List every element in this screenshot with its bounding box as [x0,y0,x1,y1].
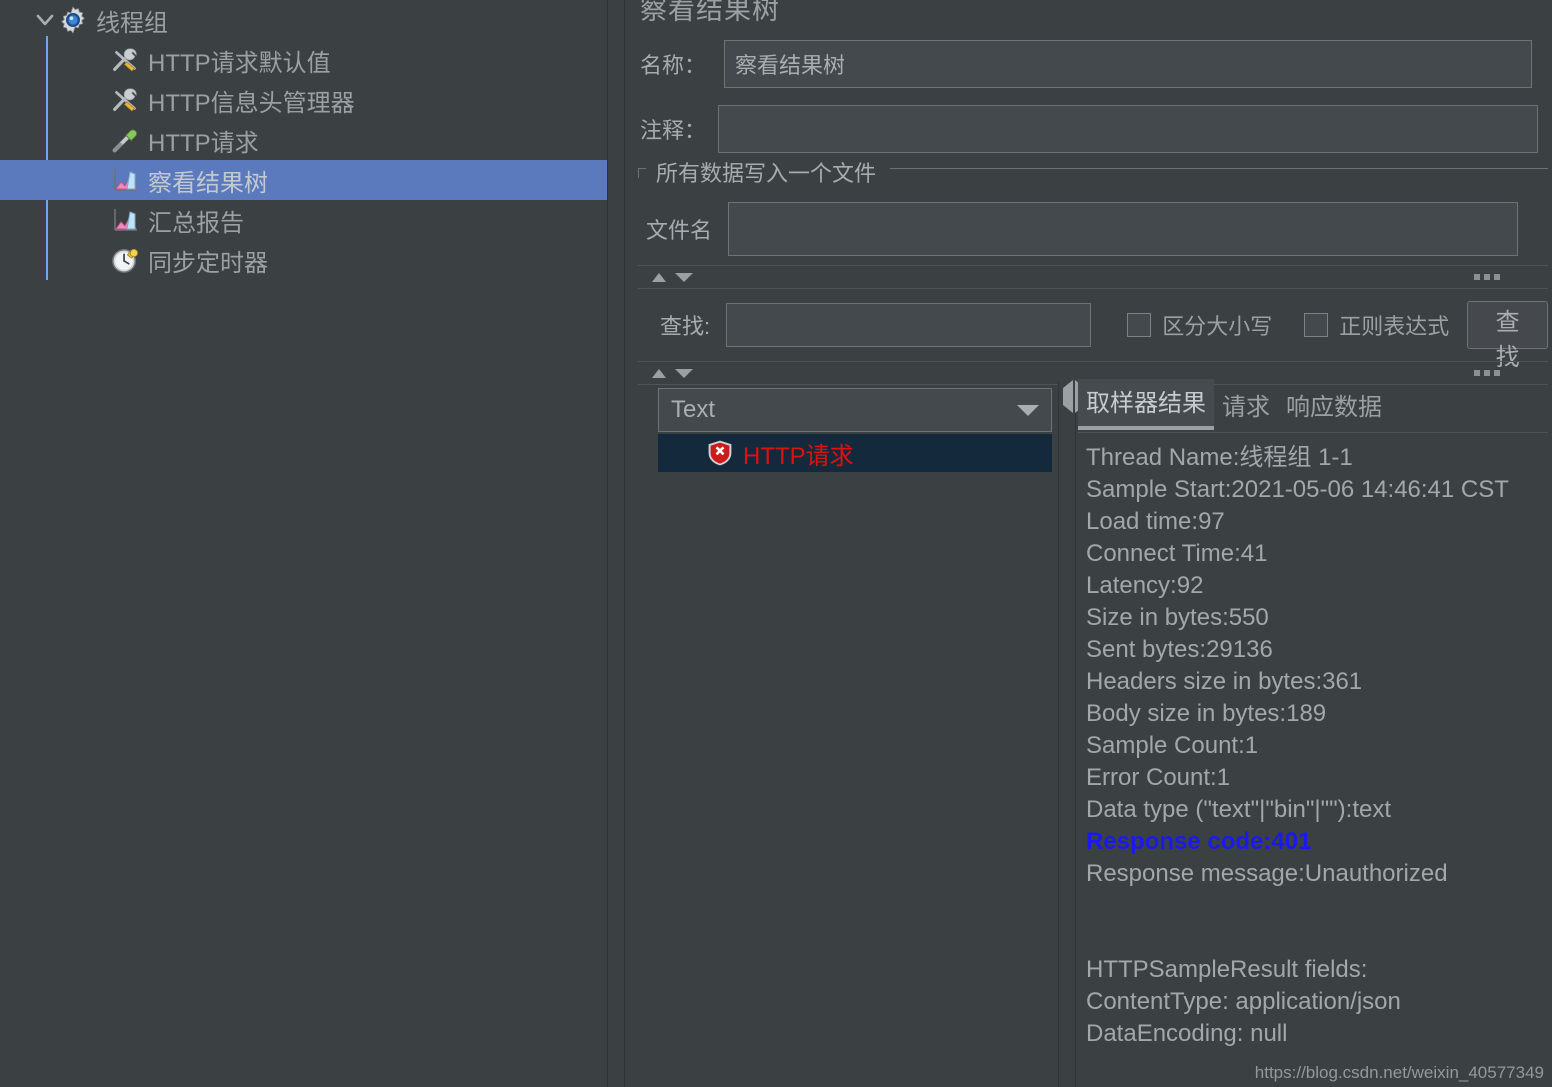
main-vertical-splitter[interactable] [607,0,625,1087]
comment-input[interactable] [718,105,1539,153]
tree-node-summary-report[interactable]: 汇总报告 [0,200,607,240]
collapse-down-icon[interactable] [675,368,693,378]
find-button[interactable]: 查找 [1467,301,1548,371]
renderer-select[interactable]: Text [658,388,1052,432]
tree-node-view-results-tree[interactable]: 察看结果树 [0,160,607,200]
tree-node-label: HTTP信息头管理器 [148,89,355,117]
search-section-divider[interactable] [638,265,1548,289]
output-line: Load time:97 [1086,508,1225,535]
sampler-result-output[interactable]: Thread Name:线程组 1-1 Sample Start:2021-05… [1078,432,1548,1087]
output-line: Latency:92 [1086,572,1204,599]
more-options-icon[interactable] [1474,274,1500,280]
output-line: Data type ("text"|"bin"|""):text [1086,796,1392,823]
list-item-label: HTTP请求 [743,442,854,470]
list-item[interactable]: HTTP请求 [658,434,1052,472]
tree-node-label: 线程组 [96,9,168,37]
group-border-left [638,168,646,169]
jmeter-window: 线程组 HTTP请求默认值 HTTP信息头管理器 HTTP请求 察看结果树 汇总… [0,0,1552,1087]
output-line: Body size in bytes:189 [1086,700,1327,727]
chevron-down-icon[interactable] [32,0,58,40]
name-label: 名称： [640,53,707,78]
test-plan-tree-panel: 线程组 HTTP请求默认值 HTTP信息头管理器 HTTP请求 察看结果树 汇总… [0,0,607,1087]
timer-icon [110,245,140,275]
output-line: Sample Count:1 [1086,732,1259,759]
output-line: Headers size in bytes:361 [1086,668,1363,695]
tree-node-thread-group[interactable]: 线程组 [0,0,607,40]
chevron-down-icon[interactable] [1017,404,1039,416]
case-sensitive-label: 区分大小写 [1162,314,1273,339]
tab-sampler-result[interactable]: 取样器结果 [1078,379,1214,430]
write-all-data-to-file-group: 所有数据写入一个文件 文件名 [638,156,1548,260]
tree-node-label: 同步定时器 [148,249,268,277]
tab-request[interactable]: 请求 [1214,383,1278,430]
tools-icon [110,45,140,75]
group-border-vertical [638,168,639,178]
group-border-right [890,168,1548,169]
regex-checkbox[interactable] [1304,313,1329,337]
tree-node-label: 汇总报告 [148,209,244,237]
tree-node-label: HTTP请求默认值 [148,49,331,77]
output-line-blank [1086,890,1548,922]
filename-input[interactable] [728,202,1519,256]
output-line: Connect Time:41 [1086,540,1268,567]
tree-node-http-request-defaults[interactable]: HTTP请求默认值 [0,40,607,80]
output-line: DataEncoding: null [1086,1020,1288,1047]
tools-icon [110,85,140,115]
view-results-tree-panel: 察看结果树 名称： 注释： 所有数据写入一个文件 文件名 [626,0,1552,1087]
output-line: Error Count:1 [1086,764,1231,791]
collapse-up-icon[interactable] [652,368,666,378]
chart-icon [110,205,140,235]
pipette-icon [110,125,140,155]
output-line: Thread Name:线程组 1-1 [1086,444,1353,471]
search-label: 查找: [660,314,711,339]
gear-icon [58,5,88,35]
case-sensitive-checkbox-wrap[interactable]: 区分大小写 [1127,309,1272,341]
output-line-blank [1086,922,1548,954]
more-options-icon[interactable] [1474,370,1500,376]
tree-node-label: 察看结果树 [148,169,268,197]
output-line: Size in bytes:550 [1086,604,1269,631]
tab-response-data[interactable]: 响应数据 [1278,383,1390,430]
result-tabs: 取样器结果 请求 响应数据 [1078,379,1548,430]
error-shield-icon [706,439,734,467]
collapse-down-icon[interactable] [675,272,693,282]
output-line: HTTPSampleResult fields: [1086,956,1368,983]
name-field-row: 名称： [640,40,1548,88]
output-line: Sample Start:2021-05-06 14:46:41 CST [1086,476,1509,503]
tree-node-label: HTTP请求 [148,129,259,157]
results-split-area: Text HTTP请求 取样器结果 请求 响应数据 Thread Name:线程… [638,379,1548,1087]
results-list[interactable]: HTTP请求 [658,434,1052,1084]
group-legend: 所有数据写入一个文件 [650,156,883,188]
tree-node-http-header-manager[interactable]: HTTP信息头管理器 [0,80,607,120]
tree-node-http-request[interactable]: HTTP请求 [0,120,607,160]
output-line-response-code: Response code:401 [1086,828,1312,855]
output-line: Sent bytes:29136 [1086,636,1273,663]
chevron-left-icon[interactable] [1063,380,1073,413]
output-line: Response message:Unauthorized [1086,860,1448,887]
search-toolbar: 查找: 区分大小写 正则表达式 查找 [638,295,1548,371]
filename-label: 文件名 [646,218,713,243]
chart-icon [110,165,140,195]
page-title: 察看结果树 [640,0,780,25]
renderer-select-value: Text [671,396,716,423]
regex-checkbox-wrap[interactable]: 正则表达式 [1304,309,1449,341]
results-inner-splitter[interactable] [1058,380,1085,1087]
regex-label: 正则表达式 [1339,314,1450,339]
case-sensitive-checkbox[interactable] [1127,313,1152,337]
output-line: ContentType: application/json [1086,988,1401,1015]
name-input[interactable] [724,40,1533,88]
filename-field-row: 文件名 [646,202,1519,256]
collapse-up-icon[interactable] [652,272,666,282]
comment-field-row: 注释： [640,105,1548,153]
result-detail-zone: 取样器结果 请求 响应数据 Thread Name:线程组 1-1 Sample… [1078,379,1548,1087]
watermark: https://blog.csdn.net/weixin_40577349 [1254,1063,1544,1082]
tree-node-synchronizing-timer[interactable]: 同步定时器 [0,240,607,280]
comment-label: 注释： [640,118,707,143]
search-input[interactable] [726,303,1092,347]
